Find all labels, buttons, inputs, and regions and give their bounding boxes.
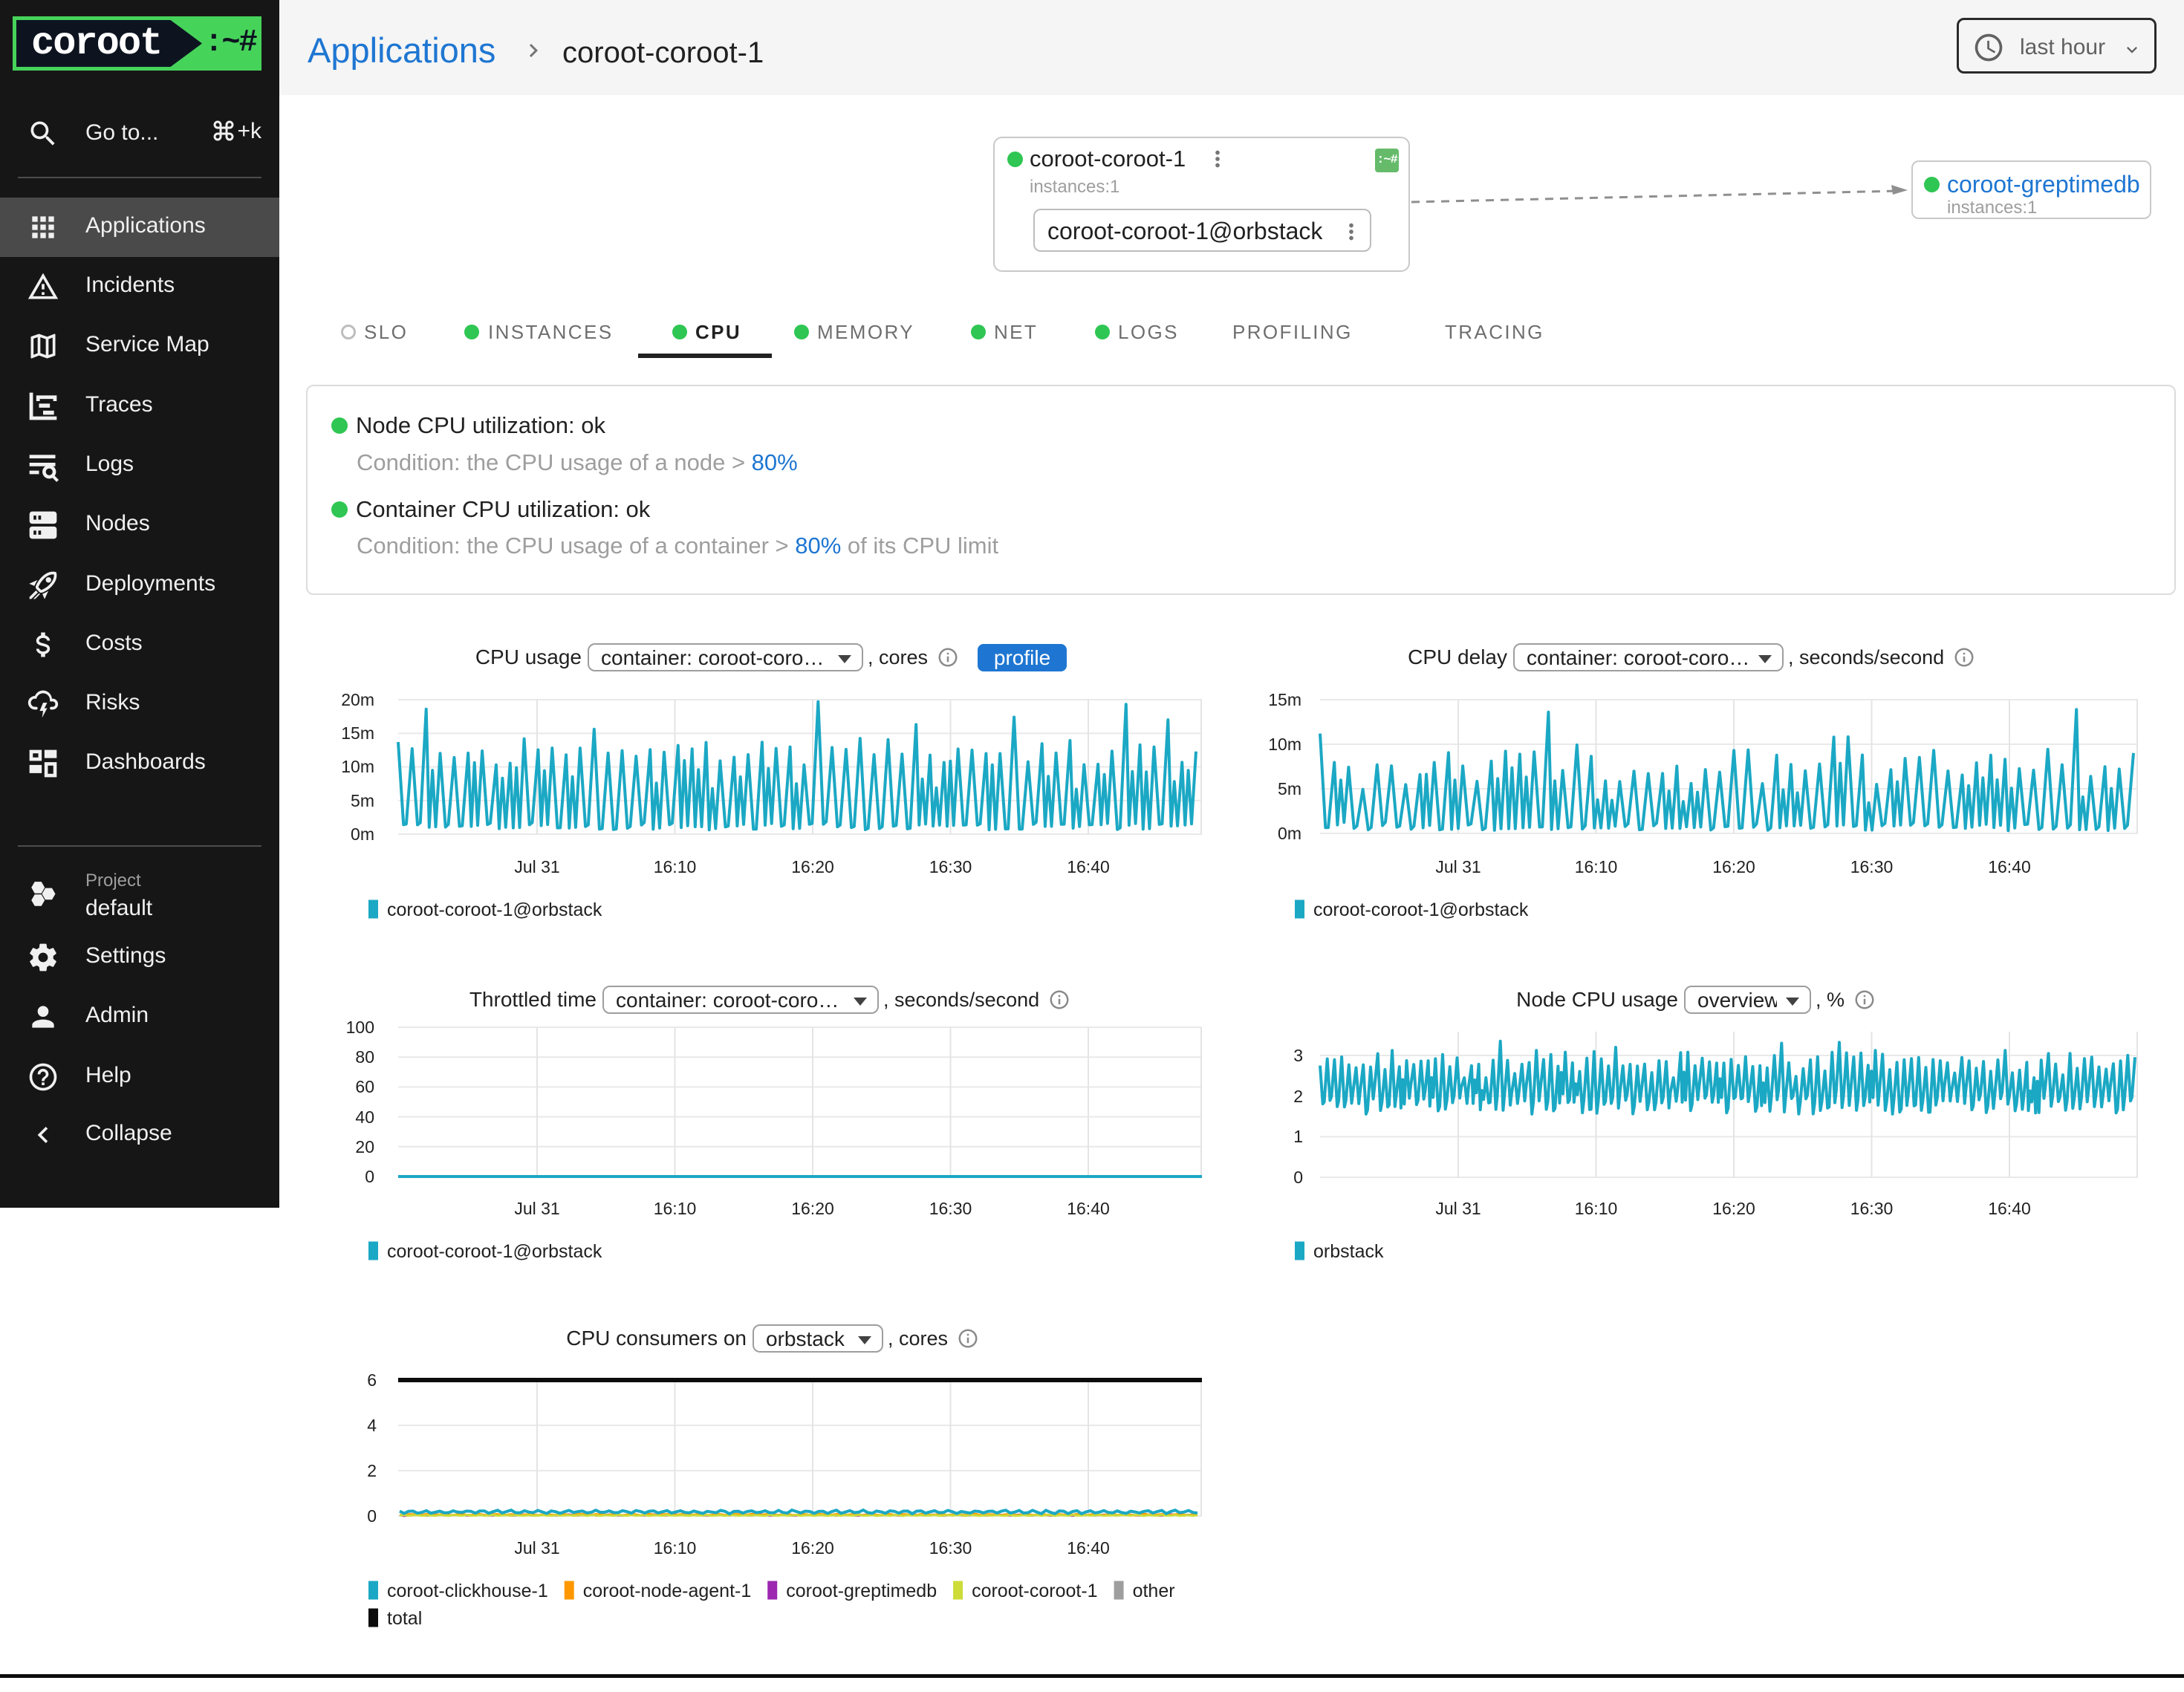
svg-text:total: total	[387, 1608, 422, 1629]
svg-text:5m: 5m	[351, 791, 374, 810]
svg-text:0: 0	[365, 1167, 374, 1186]
svg-text:1: 1	[1293, 1127, 1303, 1146]
svg-text:60: 60	[355, 1077, 374, 1096]
svg-text:15m: 15m	[1268, 690, 1301, 709]
svg-text:16:40: 16:40	[1067, 857, 1110, 876]
svg-text:2: 2	[1293, 1087, 1303, 1106]
svg-text:16:20: 16:20	[791, 857, 834, 876]
svg-text:16:40: 16:40	[1988, 1199, 2031, 1218]
svg-text:10m: 10m	[341, 757, 374, 776]
svg-text:15m: 15m	[341, 723, 374, 743]
svg-text:4: 4	[367, 1416, 377, 1435]
svg-text:0: 0	[1293, 1168, 1303, 1187]
svg-text:5m: 5m	[1278, 779, 1301, 798]
svg-text:3: 3	[1293, 1046, 1303, 1065]
svg-text:16:40: 16:40	[1067, 1538, 1110, 1558]
svg-text:16:20: 16:20	[1712, 857, 1755, 876]
svg-text:80: 80	[355, 1047, 374, 1067]
svg-text:6: 6	[367, 1370, 377, 1390]
svg-text:0: 0	[367, 1506, 377, 1526]
svg-text:16:10: 16:10	[1575, 1199, 1618, 1218]
svg-text:coroot-coroot-1@orbstack: coroot-coroot-1@orbstack	[387, 1241, 602, 1262]
svg-text:16:20: 16:20	[791, 1199, 834, 1218]
svg-text:16:30: 16:30	[929, 1199, 972, 1218]
svg-text:16:30: 16:30	[1850, 1199, 1894, 1218]
svg-text:16:10: 16:10	[654, 857, 697, 876]
svg-text:Jul 31: Jul 31	[1435, 1199, 1481, 1218]
svg-text:100: 100	[346, 1018, 374, 1037]
svg-text:16:10: 16:10	[654, 1199, 697, 1218]
svg-text:10m: 10m	[1268, 735, 1301, 754]
svg-text:coroot-node-agent-1: coroot-node-agent-1	[583, 1581, 752, 1601]
svg-text:16:40: 16:40	[1988, 857, 2031, 876]
svg-text:Jul 31: Jul 31	[1435, 857, 1481, 876]
svg-text:20: 20	[355, 1137, 374, 1156]
svg-text:20m: 20m	[341, 690, 374, 709]
svg-text:coroot-greptimedb: coroot-greptimedb	[786, 1581, 937, 1601]
svg-text:40: 40	[355, 1107, 374, 1127]
svg-text:16:30: 16:30	[929, 1538, 972, 1558]
svg-text:coroot-clickhouse-1: coroot-clickhouse-1	[387, 1581, 548, 1601]
svg-text:Jul 31: Jul 31	[514, 1199, 559, 1218]
svg-text:16:30: 16:30	[1850, 857, 1894, 876]
svg-text:orbstack: orbstack	[1313, 1241, 1384, 1262]
svg-text:16:10: 16:10	[654, 1538, 697, 1558]
svg-text:0m: 0m	[1278, 824, 1301, 843]
svg-text:Jul 31: Jul 31	[514, 857, 559, 876]
svg-text:coroot-coroot-1@orbstack: coroot-coroot-1@orbstack	[1313, 899, 1529, 920]
svg-text:16:20: 16:20	[1712, 1199, 1755, 1218]
svg-text:Jul 31: Jul 31	[514, 1538, 559, 1558]
svg-text:other: other	[1133, 1581, 1175, 1601]
svg-text:16:20: 16:20	[791, 1538, 834, 1558]
svg-text:coroot-coroot-1@orbstack: coroot-coroot-1@orbstack	[387, 899, 602, 920]
svg-text:coroot-coroot-1: coroot-coroot-1	[972, 1581, 1098, 1601]
svg-text:16:40: 16:40	[1067, 1199, 1110, 1218]
svg-text:16:30: 16:30	[929, 857, 972, 876]
svg-text:0m: 0m	[351, 824, 374, 844]
svg-text:16:10: 16:10	[1575, 857, 1618, 876]
svg-text:2: 2	[367, 1461, 377, 1480]
